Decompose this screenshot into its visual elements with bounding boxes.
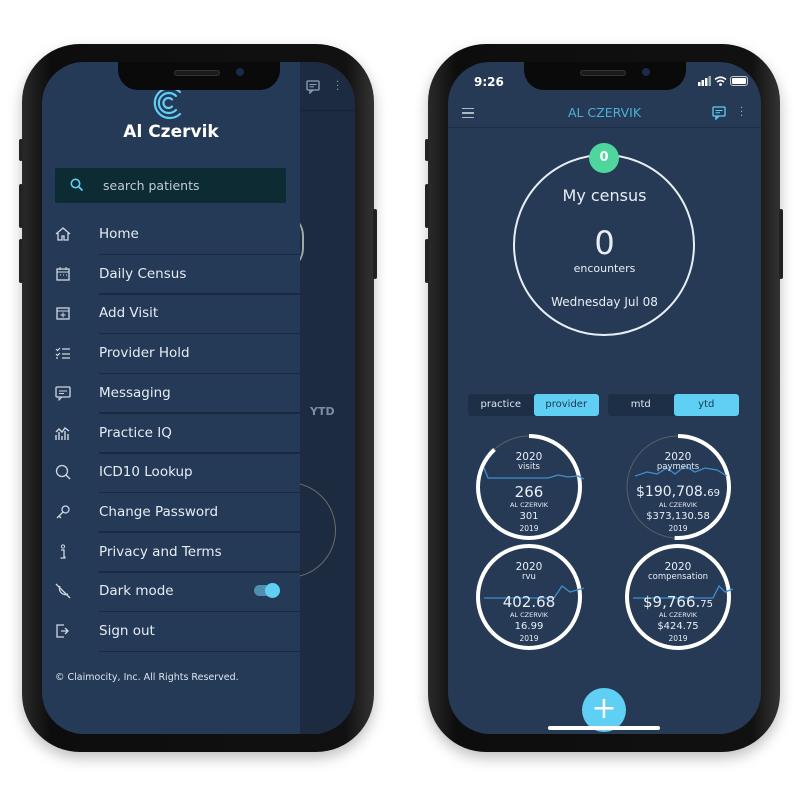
more-options-icon[interactable]: · · ·	[740, 104, 743, 122]
stat-value: $9,766.	[643, 593, 701, 611]
period-option-mtd[interactable]: mtd	[608, 394, 674, 416]
census-date: Wednesday Jul 08	[551, 295, 658, 309]
menu-item-label: Messaging	[99, 384, 171, 401]
stat-metric: visits	[518, 462, 540, 472]
drawer-screen: · · · YTD Al Czervik search patients Home D…	[42, 62, 355, 734]
info-icon	[60, 543, 66, 559]
calendar-plus-icon	[56, 307, 70, 321]
phone-left: · · · YTD Al Czervik search patients Home D…	[19, 44, 377, 752]
scope-option-practice[interactable]: practice	[468, 394, 534, 416]
stat-prior-value: $424.75	[657, 621, 699, 632]
menu-item-label: Dark mode	[99, 583, 174, 600]
stat-year: 2020	[664, 561, 692, 573]
more-icon[interactable]: · · ·	[336, 78, 339, 96]
stat-value: $190,708.	[636, 484, 708, 500]
stat-prior-value: 301	[519, 511, 539, 522]
stat-visits[interactable]: 2020 visits 266 AL CZERVIK 301 2019	[474, 432, 584, 542]
copyright-footer: © Claimocity, Inc. All Rights Reserved.	[55, 672, 239, 683]
stat-year: 2020	[664, 451, 692, 463]
message-icon	[55, 386, 71, 402]
census-unit: encounters	[573, 262, 636, 275]
menu-item-icd10-lookup[interactable]: ICD10 Lookup	[42, 453, 300, 494]
menu-item-daily-census[interactable]: Daily Census	[42, 255, 300, 295]
home-indicator	[548, 726, 660, 730]
stat-cents: 75	[700, 599, 713, 610]
stat-prior-year: 2019	[668, 524, 688, 533]
stat-value: 402.68	[502, 593, 556, 611]
phone-right: 9:26 AL CZERVIK · · · 0 My census 0 encoun…	[425, 44, 783, 752]
home-icon	[55, 227, 71, 241]
drawer-backdrop[interactable]: · · · YTD	[240, 62, 355, 734]
menu-item-change-password[interactable]: Change Password	[42, 493, 300, 533]
message-icon[interactable]	[712, 106, 726, 120]
stat-year: 2020	[515, 561, 543, 573]
stat-metric: rvu	[522, 572, 536, 582]
stat-prior-value: 16.99	[514, 621, 544, 632]
stat-provider: AL CZERVIK	[509, 501, 549, 509]
signal-icon	[698, 76, 711, 86]
stat-rvu[interactable]: 2020 rvu 402.68 AL CZERVIK 16.99 2019	[474, 542, 584, 652]
stat-prior-year: 2019	[668, 634, 688, 643]
menu-item-add-visit[interactable]: Add Visit	[42, 294, 300, 335]
census-title: My census	[562, 186, 647, 205]
menu-item-dark-mode[interactable]: Dark mode	[42, 572, 300, 613]
stat-prior-year: 2019	[519, 634, 539, 643]
menu-item-label: Change Password	[99, 503, 219, 520]
calendar-icon	[56, 266, 70, 281]
stat-prior-value: $373,130.58	[646, 511, 710, 522]
scope-option-provider[interactable]: provider	[533, 394, 599, 416]
key-icon	[56, 505, 70, 519]
message-icon[interactable]	[306, 80, 320, 94]
user-name: Al Czervik	[123, 122, 219, 142]
stat-compensation[interactable]: 2020 compensation $9,766.75 AL CZERVIK $424.…	[623, 542, 733, 652]
period-option-ytd[interactable]: ytd	[673, 394, 739, 416]
status-time: 9:26	[474, 75, 504, 89]
menu-item-label: Daily Census	[99, 265, 187, 282]
menu-item-label: Practice IQ	[99, 424, 172, 441]
checklist-icon	[55, 347, 70, 359]
battery-icon	[730, 76, 748, 86]
stat-year: 2020	[515, 451, 543, 463]
stat-value: 266	[514, 483, 544, 501]
stat-provider: AL CZERVIK	[658, 501, 698, 509]
menu-item-practice-iq[interactable]: Practice IQ	[42, 414, 300, 454]
menu-item-home[interactable]: Home	[42, 215, 300, 255]
dark-mode-icon	[55, 583, 71, 599]
menu-item-label: Privacy and Terms	[99, 543, 222, 560]
dark-mode-toggle[interactable]	[254, 583, 280, 599]
menu-item-provider-hold[interactable]: Provider Hold	[42, 334, 300, 375]
stat-prior-year: 2019	[519, 524, 539, 533]
menu-item-sign-out[interactable]: Sign out	[42, 612, 300, 652]
menu-item-privacy-and-terms[interactable]: Privacy and Terms	[42, 533, 300, 573]
stat-provider: AL CZERVIK	[658, 611, 698, 619]
stat-provider: AL CZERVIK	[509, 611, 549, 619]
search-placeholder: search patients	[103, 178, 200, 193]
navigation-drawer: Al Czervik search patients Home Daily Cen…	[42, 62, 300, 734]
home-screen: 9:26 AL CZERVIK · · · 0 My census 0 encoun…	[448, 62, 761, 734]
stat-metric: compensation	[647, 572, 709, 582]
wifi-icon	[714, 76, 727, 86]
menu-item-label: Provider Hold	[99, 345, 190, 362]
menu-item-label: Sign out	[99, 623, 155, 639]
stat-payments[interactable]: 2020 payments $190,708.69 AL CZERVIK $373,13…	[623, 432, 733, 542]
sign-out-icon	[56, 624, 69, 638]
menu-item-label: Home	[99, 226, 139, 242]
divider	[99, 650, 300, 652]
scope-toggle[interactable]: practice provider	[468, 394, 599, 416]
menu-item-messaging[interactable]: Messaging	[42, 374, 300, 414]
search-icon	[70, 178, 84, 192]
stat-metric: payments	[656, 462, 700, 472]
census-badge: 0	[589, 143, 619, 173]
menu-item-label: ICD10 Lookup	[99, 464, 193, 481]
search-icon	[55, 465, 71, 480]
ytd-label: YTD	[310, 405, 335, 418]
menu-item-label: Add Visit	[99, 305, 159, 322]
period-toggle[interactable]: mtd ytd	[608, 394, 739, 416]
stat-cents: 69	[707, 488, 720, 499]
status-icons	[698, 76, 748, 86]
census-count: 0	[594, 224, 615, 262]
search-input[interactable]: search patients	[55, 168, 286, 203]
chart-icon	[55, 426, 70, 440]
